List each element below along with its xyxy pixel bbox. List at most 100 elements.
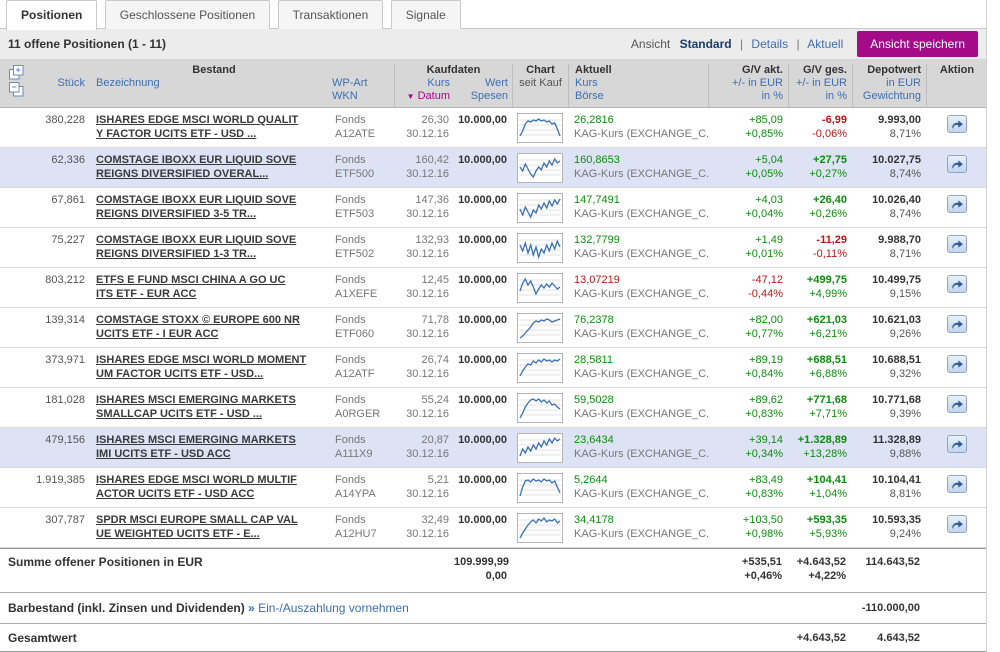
redo-arrow-icon	[950, 438, 964, 450]
sort-gv-akt-pct[interactable]: in %	[709, 90, 788, 103]
wp-art-value: Fonds	[335, 193, 394, 207]
sort-stueck[interactable]: Stück	[34, 77, 90, 103]
redo-arrow-icon	[950, 278, 964, 290]
position-name-link[interactable]: COMSTAGE STOXX © EUROPE 600 NRUCITS ETF …	[96, 313, 332, 341]
position-row: 67,861 COMSTAGE IBOXX EUR LIQUID SOVEREI…	[0, 188, 986, 228]
kauf-datum-value: 30.12.16	[394, 127, 449, 141]
chart-thumbnail[interactable]	[517, 433, 563, 463]
order-action-button[interactable]	[947, 395, 967, 413]
chart-thumbnail[interactable]	[517, 393, 563, 423]
position-name-link[interactable]: COMSTAGE IBOXX EUR LIQUID SOVEREIGNS DIV…	[96, 193, 332, 221]
redo-arrow-icon	[950, 238, 964, 250]
chart-thumbnail[interactable]	[517, 513, 563, 543]
gv-akt-eur-value: +103,50	[708, 513, 783, 527]
chart-thumbnail[interactable]	[517, 193, 563, 223]
sort-gv-akt-eur[interactable]: +/- in EUR	[709, 77, 788, 90]
order-action-button[interactable]	[947, 195, 967, 213]
order-action-button[interactable]	[947, 115, 967, 133]
gv-akt-pct-value: +0,05%	[708, 167, 783, 181]
depotwert-value: 10.593,35	[852, 513, 921, 527]
chart-thumbnail[interactable]	[517, 313, 563, 343]
position-name-link[interactable]: SPDR MSCI EUROPE SMALL CAP VALUE WEIGHTE…	[96, 513, 332, 541]
position-row: 181,028 ISHARES MSCI EMERGING MARKETSSMA…	[0, 388, 986, 428]
order-action-button[interactable]	[947, 475, 967, 493]
wert-value: 10.000,00	[454, 433, 507, 447]
wp-art-value: Fonds	[335, 313, 394, 327]
boerse-value: KAG-Kurs (EXCHANGE_C...	[574, 367, 708, 381]
view-details[interactable]: Details	[751, 37, 788, 51]
position-name-link[interactable]: COMSTAGE IBOXX EUR LIQUID SOVEREIGNS DIV…	[96, 153, 332, 181]
sort-datum[interactable]: ▼ Datum	[395, 90, 455, 103]
order-action-button[interactable]	[947, 235, 967, 253]
wert-value: 10.000,00	[454, 153, 507, 167]
gv-akt-eur-value: +82,00	[708, 313, 783, 327]
kauf-datum-value: 30.12.16	[394, 407, 449, 421]
deposit-withdraw-link[interactable]: Ein-/Auszahlung vornehmen	[258, 601, 409, 615]
aktuell-kurs-value: 147,7491	[574, 193, 708, 207]
chart-thumbnail[interactable]	[517, 233, 563, 263]
tab-geschlossene-positionen[interactable]: Geschlossene Positionen	[105, 0, 270, 29]
sort-depot-eur[interactable]: in EUR	[853, 77, 926, 90]
depotwert-value: 10.499,75	[852, 273, 921, 287]
sort-gewichtung[interactable]: Gewichtung	[853, 90, 926, 103]
chart-thumbnail[interactable]	[517, 473, 563, 503]
wert-value: 10.000,00	[454, 313, 507, 327]
sort-wert[interactable]: Wert	[455, 77, 513, 90]
tab-transaktionen[interactable]: Transaktionen	[278, 0, 384, 29]
tab-signale[interactable]: Signale	[391, 0, 461, 29]
sum-gv-akt-value: +535,51	[707, 555, 782, 569]
stueck-value: 479,156	[34, 433, 90, 467]
chart-thumbnail[interactable]	[517, 153, 563, 183]
position-name-link[interactable]: ETFS E FUND MSCI CHINA A GO UCITS ETF - …	[96, 273, 332, 301]
order-action-button[interactable]	[947, 315, 967, 333]
boerse-value: KAG-Kurs (EXCHANGE_C...	[574, 447, 708, 461]
kauf-datum-value: 30.12.16	[394, 327, 449, 341]
gv-ges-eur-value: -11,29	[788, 233, 847, 247]
position-name-link[interactable]: ISHARES EDGE MSCI WORLD MOMENTUM FACTOR …	[96, 353, 332, 381]
positions-table: Positionen Geschlossene Positionen Trans…	[0, 0, 987, 652]
sort-bezeichnung[interactable]: Bezeichnung	[90, 77, 332, 103]
redo-arrow-icon	[950, 358, 964, 370]
sort-gv-ges-eur[interactable]: +/- in EUR	[789, 77, 852, 90]
gewichtung-value: 8,71%	[852, 247, 921, 261]
gv-akt-eur-value: +85,09	[708, 113, 783, 127]
order-action-button[interactable]	[947, 275, 967, 293]
link-chevrons: »	[248, 601, 255, 615]
position-row: 307,787 SPDR MSCI EUROPE SMALL CAP VALUE…	[0, 508, 986, 548]
sort-akt-kurs[interactable]: Kurs	[575, 77, 708, 90]
sort-spesen[interactable]: Spesen	[455, 90, 513, 103]
position-name-link[interactable]: ISHARES EDGE MSCI WORLD QUALITY FACTOR U…	[96, 113, 332, 141]
sort-wkn[interactable]: WKN	[332, 90, 394, 103]
boerse-value: KAG-Kurs (EXCHANGE_C...	[574, 327, 708, 341]
gewichtung-value: 9,26%	[852, 327, 921, 341]
gv-ges-eur-value: +499,75	[788, 273, 847, 287]
kauf-kurs-value: 160,42	[394, 153, 449, 167]
order-action-button[interactable]	[947, 155, 967, 173]
order-action-button[interactable]	[947, 515, 967, 533]
sum-wert-value: 109.999,99	[454, 555, 507, 569]
position-name-link[interactable]: ISHARES EDGE MSCI WORLD MULTIFACTOR UCIT…	[96, 473, 332, 501]
tab-positionen[interactable]: Positionen	[6, 0, 97, 30]
expand-controls	[0, 64, 34, 107]
sort-gv-ges-pct[interactable]: in %	[789, 90, 852, 103]
sort-kauf-kurs[interactable]: Kurs	[395, 77, 455, 90]
view-aktuell[interactable]: Aktuell	[807, 37, 843, 51]
chart-thumbnail[interactable]	[517, 113, 563, 143]
order-action-button[interactable]	[947, 435, 967, 453]
chart-thumbnail[interactable]	[517, 353, 563, 383]
order-action-button[interactable]	[947, 355, 967, 373]
wp-art-value: Fonds	[335, 153, 394, 167]
view-standard[interactable]: Standard	[680, 37, 732, 51]
expand-all-icon[interactable]	[9, 65, 34, 80]
position-name-link[interactable]: COMSTAGE IBOXX EUR LIQUID SOVEREIGNS DIV…	[96, 233, 332, 261]
sort-boerse[interactable]: Börse	[575, 90, 708, 103]
total-value-row: Gesamtwert +4.643,52 4.643,52	[0, 623, 986, 652]
chart-thumbnail[interactable]	[517, 273, 563, 303]
position-name-link[interactable]: ISHARES MSCI EMERGING MARKETSSMALLCAP UC…	[96, 393, 332, 421]
save-view-button[interactable]: Ansicht speichern	[857, 31, 978, 57]
wert-value: 10.000,00	[454, 273, 507, 287]
sort-wp-art[interactable]: WP-Art	[332, 77, 394, 90]
position-name-link[interactable]: ISHARES MSCI EMERGING MARKETSIMI UCITS E…	[96, 433, 332, 461]
collapse-all-icon[interactable]	[9, 82, 34, 97]
kauf-kurs-value: 26,30	[394, 113, 449, 127]
